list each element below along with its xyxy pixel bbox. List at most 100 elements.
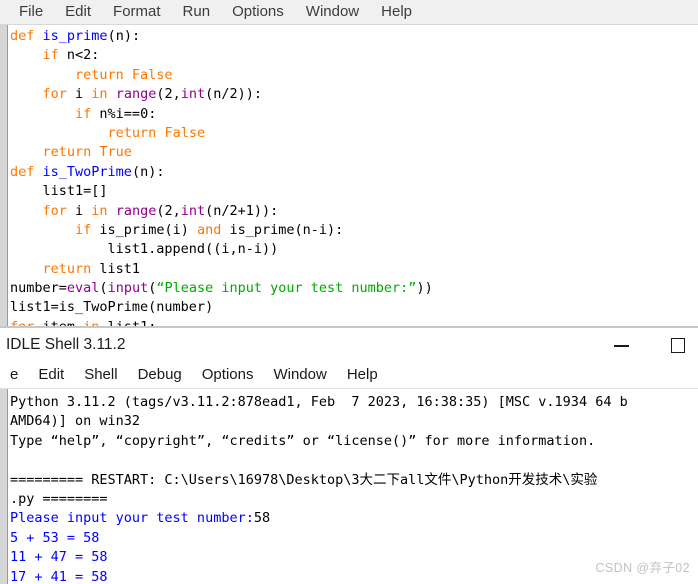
code-line: if n<2: [10,46,698,65]
code-token: return False [75,66,173,83]
code-token: range [115,202,157,219]
editor-menu-window[interactable]: Window [295,0,370,24]
code-token: (n/2+1)): [205,202,279,219]
code-token: n<2: [58,47,100,64]
shell-output-content[interactable]: Python 3.11.2 (tags/v3.11.2:878ead1, Feb… [10,393,698,584]
code-token: return True [42,144,132,161]
code-token: number= [10,280,67,297]
code-line [10,451,698,470]
code-token: list1 [91,260,141,277]
code-token: list1=is_TwoPrime(number) [10,299,214,316]
shell-menu-help[interactable]: Help [337,363,388,387]
code-token: is_TwoPrime [42,163,132,180]
code-token: for [42,86,67,103]
shell-menu-file[interactable]: e [0,363,28,387]
code-token: list1=[] [10,183,108,200]
code-token: def [10,28,35,44]
code-token: Please input your test number: [10,510,254,527]
code-line: if n%i==0: [10,105,698,124]
code-token: list1.append((i,n-i)) [10,241,279,258]
code-token: and [196,221,222,238]
code-line: list1=is_TwoPrime(number) [10,298,698,317]
code-token: 17 + 41 = 58 [10,568,108,584]
code-token: (n): [131,163,165,180]
code-token: in [91,86,108,103]
maximize-icon[interactable] [668,335,688,355]
shell-window: IDLE Shell 3.11.2 e Edit Shell Debug Opt… [0,328,698,584]
code-line: Python 3.11.2 (tags/v3.11.2:878ead1, Feb… [10,393,698,412]
code-line: AMD64)] on win32 [10,412,698,431]
code-token: def [10,163,35,180]
code-line: Type “help”, “copyright”, “credits” or “… [10,432,698,451]
code-token: for [42,202,67,219]
code-token: 11 + 47 = 58 [10,549,108,566]
shell-menu-debug[interactable]: Debug [128,363,192,387]
code-token: i [66,202,92,219]
code-token: return [42,260,92,277]
code-line: return True [10,143,698,162]
code-token: Python 3.11.2 (tags/v3.11.2:878ead1, Feb… [10,394,628,410]
code-token: 58 [253,510,271,527]
code-line: Please input your test number:58 [10,509,698,528]
code-token: is_prime(n-i): [221,221,344,238]
code-token: if [75,105,92,122]
code-token: .py ======== [10,490,108,507]
code-token: i [66,86,92,103]
code-line: number=eval(input(“Please input your tes… [10,279,698,298]
code-line: for i in range(2,int(n/2+1)): [10,202,698,221]
shell-menubar: e Edit Shell Debug Options Window Help [0,362,698,389]
shell-titlebar[interactable]: IDLE Shell 3.11.2 [0,328,698,362]
editor-menu-run[interactable]: Run [172,0,222,24]
shell-menu-window[interactable]: Window [263,363,336,387]
code-token: Type “help”, “copyright”, “credits” or “… [10,432,596,449]
editor-line-gutter [0,25,8,328]
code-token: input [107,280,149,297]
shell-output-area[interactable]: Python 3.11.2 (tags/v3.11.2:878ead1, Feb… [0,389,698,584]
code-line: 17 + 41 = 58 [10,568,698,584]
shell-menu-edit[interactable]: Edit [28,363,74,387]
shell-line-gutter [0,389,8,584]
code-token: range [115,86,157,103]
editor-code-content[interactable]: def is_prime(n): if n<2: return False fo… [10,27,698,328]
code-line: return False [10,124,698,143]
code-token: ( [99,280,108,297]
shell-menu-shell[interactable]: Shell [74,363,127,387]
shell-title: IDLE Shell 3.11.2 [6,336,126,353]
code-line: 11 + 47 = 58 [10,548,698,567]
code-token: (n): [107,28,141,44]
code-token: if [75,221,92,238]
editor-menu-file[interactable]: File [8,0,54,24]
code-token: is_prime [42,28,108,44]
code-token: int [180,86,206,103]
editor-text-area[interactable]: def is_prime(n): if n<2: return False fo… [0,25,698,328]
editor-menubar: File Edit Format Run Options Window Help [0,0,698,25]
editor-menu-format[interactable]: Format [102,0,172,24]
code-line: ========= RESTART: C:\Users\16978\Deskto… [10,471,698,490]
shell-menu-options[interactable]: Options [192,363,264,387]
code-line: return list1 [10,260,698,279]
code-token: int [180,202,206,219]
editor-menu-edit[interactable]: Edit [54,0,102,24]
editor-menu-help[interactable]: Help [370,0,423,24]
code-token: eval [66,280,100,297]
code-token: )) [416,280,433,297]
code-token: in [91,202,108,219]
code-token: ========= RESTART: C:\Users\16978\Deskto… [10,471,598,488]
code-token: n%i==0: [91,105,157,122]
code-line: 5 + 53 = 58 [10,529,698,548]
code-line: if is_prime(i) and is_prime(n-i): [10,221,698,240]
code-line: def is_prime(n): [10,27,698,46]
editor-menu-options[interactable]: Options [221,0,295,24]
code-token: (n/2)): [205,86,263,103]
code-line: .py ======== [10,490,698,509]
minimize-icon[interactable] [612,335,632,355]
